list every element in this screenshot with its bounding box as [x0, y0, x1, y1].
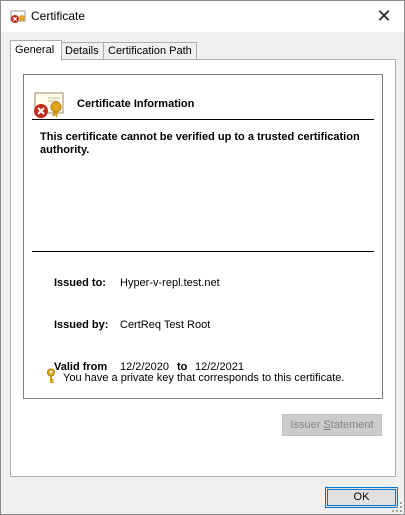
- issued-to-value: Hyper-v-repl.test.net: [120, 277, 220, 289]
- issuer-statement-label: Issuer Statement: [290, 419, 374, 431]
- divider: [32, 119, 374, 120]
- info-title: Certificate Information: [77, 98, 195, 110]
- tab-details[interactable]: Details: [60, 42, 105, 60]
- key-icon: [47, 368, 55, 383]
- title-bar: Certificate ✕: [1, 1, 404, 32]
- private-key-note: You have a private key that corresponds …: [63, 372, 345, 384]
- issued-by-label: Issued by:: [54, 319, 109, 331]
- verification-warning: This certificate cannot be verified up t…: [40, 131, 360, 156]
- certificate-error-icon: [10, 10, 26, 23]
- tab-general[interactable]: General: [10, 40, 62, 61]
- issued-to-label: Issued to:: [54, 277, 106, 289]
- ok-button[interactable]: OK: [325, 487, 398, 508]
- close-button[interactable]: ✕: [364, 1, 404, 32]
- divider: [32, 251, 374, 252]
- tab-certification-path[interactable]: Certification Path: [103, 42, 197, 60]
- general-tab-panel: Certificate Information This certificate…: [10, 59, 396, 477]
- issuer-statement-button[interactable]: Issuer Statement: [282, 414, 382, 436]
- window-title: Certificate: [31, 9, 86, 23]
- certificate-info-box: Certificate Information This certificate…: [23, 74, 383, 399]
- close-icon: ✕: [376, 6, 392, 26]
- certificate-error-icon: [34, 92, 64, 118]
- issued-by-value: CertReq Test Root: [120, 319, 211, 331]
- resize-grip-icon[interactable]: [392, 502, 402, 512]
- certificate-dialog: Certificate ✕ General Details Certificat…: [0, 0, 405, 515]
- ok-label: OK: [353, 491, 370, 503]
